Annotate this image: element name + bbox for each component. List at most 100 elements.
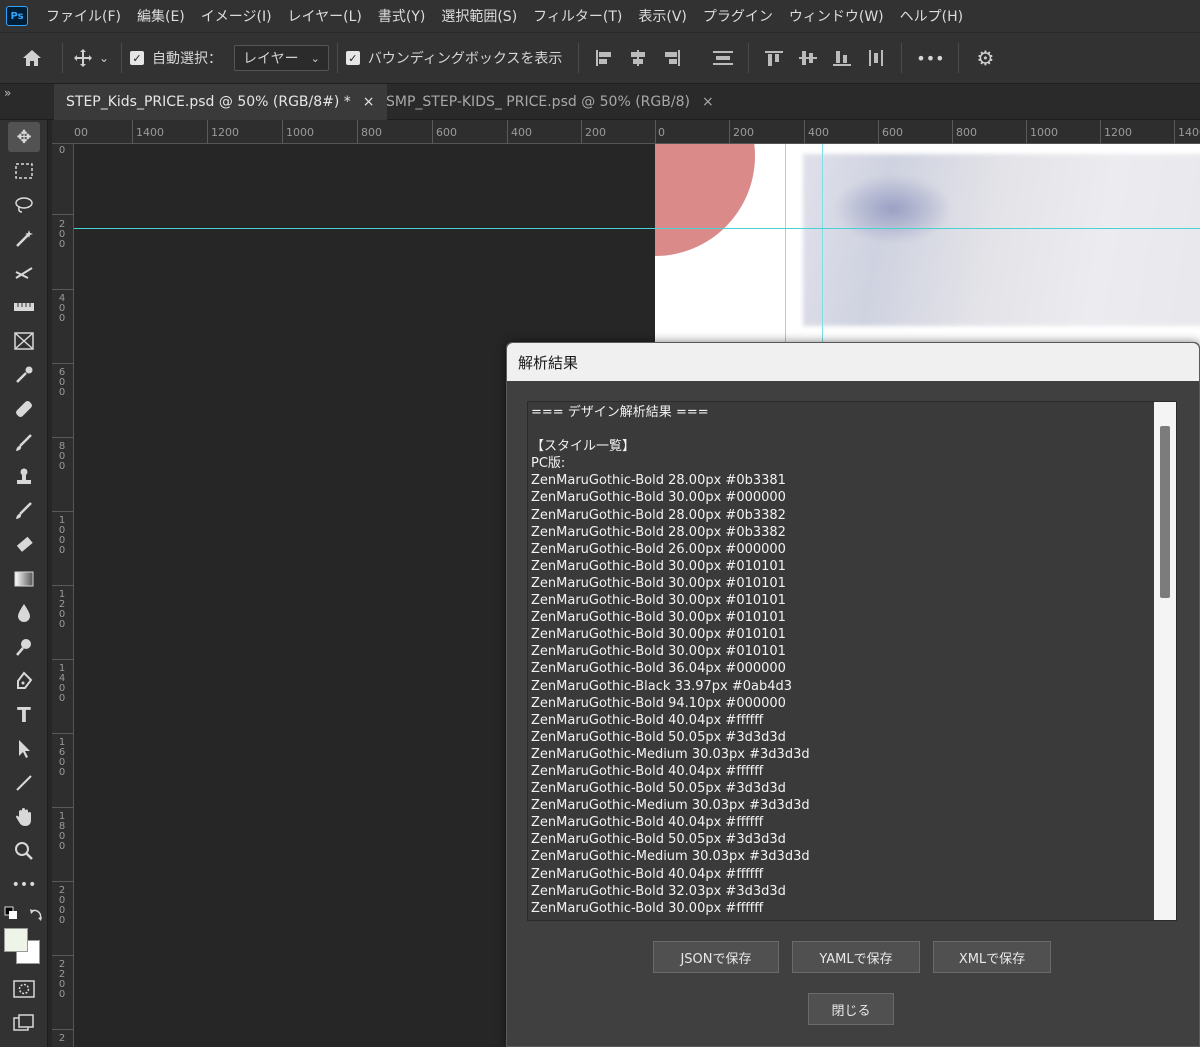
ruler-label: 800 bbox=[956, 126, 977, 139]
ruler-tick bbox=[52, 733, 74, 734]
ruler-tick bbox=[52, 881, 74, 882]
ruler-tick bbox=[952, 120, 953, 144]
menu-layer[interactable]: レイヤー(L) bbox=[280, 6, 370, 26]
ruler-label: 1200 bbox=[1104, 126, 1132, 139]
align-left-icon[interactable] bbox=[587, 44, 621, 72]
guide-vertical bbox=[785, 144, 786, 344]
move-tool-icon[interactable] bbox=[71, 48, 95, 68]
eraser-icon[interactable] bbox=[8, 530, 40, 560]
menu-image[interactable]: イメージ(I) bbox=[193, 6, 280, 26]
horizontal-ruler: 00 1400 1200 1000 800 600 400 200 0 200 … bbox=[52, 120, 1200, 144]
marquee-tool-icon[interactable] bbox=[8, 156, 40, 186]
ruler-tool-icon[interactable] bbox=[8, 292, 40, 322]
more-tools-icon[interactable]: ••• bbox=[8, 870, 40, 900]
ruler-label: 1000 bbox=[58, 515, 66, 556]
result-line: ZenMaruGothic-Bold 32.03px #3d3d3d bbox=[531, 883, 786, 899]
align-horizontal-center-icon[interactable] bbox=[621, 44, 655, 72]
panel-collapse-icon[interactable]: » bbox=[0, 84, 48, 120]
line-tool-icon[interactable] bbox=[8, 768, 40, 798]
home-icon[interactable] bbox=[10, 48, 54, 68]
scrollbar-thumb[interactable] bbox=[1160, 426, 1170, 598]
show-bounding-box-label: バウンディングボックスを表示 bbox=[367, 51, 563, 67]
gear-icon[interactable]: ⚙ bbox=[967, 46, 1003, 70]
pen-tool-icon[interactable] bbox=[8, 666, 40, 696]
result-line: ZenMaruGothic-Bold 30.00px #ffffff bbox=[531, 900, 764, 916]
menu-window[interactable]: ウィンドウ(W) bbox=[781, 6, 892, 26]
options-bar: ⌄ ✓ 自動選択： レイヤー ⌄ ✓ バウンディングボックスを表示 ••• ⚙ bbox=[0, 32, 1200, 84]
separator bbox=[958, 43, 960, 73]
healing-brush-icon[interactable] bbox=[8, 394, 40, 424]
align-bottom-icon[interactable] bbox=[825, 44, 859, 72]
lasso-tool-icon[interactable] bbox=[8, 190, 40, 220]
brush-icon[interactable] bbox=[8, 428, 40, 458]
frame-tool-icon[interactable] bbox=[8, 326, 40, 356]
ruler-label: 2200 bbox=[58, 959, 66, 1000]
menu-help[interactable]: ヘルプ(H) bbox=[892, 6, 971, 26]
menu-edit[interactable]: 編集(E) bbox=[129, 6, 193, 26]
save-json-button[interactable]: JSONで保存 bbox=[653, 941, 779, 973]
ruler-label: 200 bbox=[585, 126, 606, 139]
tab-step-kids-price[interactable]: STEP_Kids_PRICE.psd @ 50% (RGB/8#) * × bbox=[54, 84, 387, 120]
distribute-vertical-icon[interactable] bbox=[706, 44, 740, 72]
align-vertical-center-icon[interactable] bbox=[791, 44, 825, 72]
color-swap-icon[interactable] bbox=[4, 906, 44, 926]
ruler-label: 800 bbox=[58, 441, 66, 472]
move-tool-icon[interactable]: ✥ bbox=[8, 122, 40, 152]
align-top-icon[interactable] bbox=[757, 44, 791, 72]
result-textarea[interactable]: === デザイン解析結果 === 【スタイル一覧】 PC版: ZenMaruGoth… bbox=[527, 401, 1177, 921]
separator bbox=[578, 43, 580, 73]
menu-file[interactable]: ファイル(F) bbox=[38, 6, 129, 26]
menu-type[interactable]: 書式(Y) bbox=[370, 6, 433, 26]
type-tool-icon[interactable]: T bbox=[8, 700, 40, 730]
save-yaml-button[interactable]: YAMLで保存 bbox=[792, 941, 920, 973]
menu-view[interactable]: 表示(V) bbox=[630, 6, 695, 26]
ruler-tick bbox=[655, 120, 656, 144]
result-line: ZenMaruGothic-Black 33.97px #0ab4d3 bbox=[531, 678, 793, 694]
dialog-titlebar[interactable]: 解析結果 bbox=[507, 343, 1199, 381]
zoom-tool-icon[interactable] bbox=[8, 836, 40, 866]
ruler-tick bbox=[52, 437, 74, 438]
dodge-tool-icon[interactable] bbox=[8, 632, 40, 662]
result-line: PC版: bbox=[531, 456, 566, 472]
ruler-label: 1400 bbox=[58, 663, 66, 704]
crop-tool-icon[interactable] bbox=[8, 258, 40, 288]
scrollbar[interactable] bbox=[1154, 402, 1176, 920]
eyedropper-icon[interactable] bbox=[8, 360, 40, 390]
screen-mode-icon[interactable] bbox=[8, 1008, 40, 1038]
show-bounding-box-checkbox[interactable]: ✓ bbox=[345, 51, 360, 65]
ruler-label: 200 bbox=[58, 219, 66, 250]
separator bbox=[901, 43, 903, 73]
distribute-horizontal-icon[interactable] bbox=[859, 44, 893, 72]
ruler-tick bbox=[52, 511, 74, 512]
menu-filter[interactable]: フィルター(T) bbox=[525, 6, 630, 26]
blurred-photo-detail bbox=[833, 174, 953, 244]
blur-tool-icon[interactable] bbox=[8, 598, 40, 628]
ruler-tick bbox=[52, 289, 74, 290]
ruler-tick bbox=[52, 214, 74, 215]
quick-mask-icon[interactable] bbox=[8, 974, 40, 1004]
menu-select[interactable]: 選択範囲(S) bbox=[433, 6, 525, 26]
hand-tool-icon[interactable] bbox=[8, 802, 40, 832]
more-options-icon[interactable]: ••• bbox=[910, 49, 950, 68]
auto-select-checkbox[interactable]: ✓ bbox=[130, 51, 144, 65]
stamp-tool-icon[interactable] bbox=[8, 462, 40, 492]
close-button[interactable]: 閉じる bbox=[808, 993, 894, 1025]
close-icon[interactable]: × bbox=[702, 94, 714, 110]
menu-plugins[interactable]: プラグイン bbox=[695, 6, 781, 26]
history-brush-icon[interactable] bbox=[8, 496, 40, 526]
close-icon[interactable]: × bbox=[363, 94, 375, 110]
ruler-tick bbox=[729, 120, 730, 144]
gradient-tool-icon[interactable] bbox=[8, 564, 40, 594]
foreground-color-swatch[interactable] bbox=[4, 928, 28, 952]
document-tabs: » STEP_Kids_PRICE.psd @ 50% (RGB/8#) * ×… bbox=[0, 84, 1200, 120]
magic-wand-icon[interactable] bbox=[8, 224, 40, 254]
save-xml-button[interactable]: XMLで保存 bbox=[933, 941, 1051, 973]
path-selection-icon[interactable] bbox=[8, 734, 40, 764]
chevron-down-icon[interactable]: ⌄ bbox=[95, 51, 113, 65]
result-line: ZenMaruGothic-Bold 30.00px #000000 bbox=[531, 490, 786, 506]
tab-smp-step-kids-price[interactable]: SMP_STEP-KIDS_ PRICE.psd @ 50% (RGB/8) × bbox=[374, 84, 726, 120]
blurred-photo bbox=[803, 154, 1200, 326]
align-right-icon[interactable] bbox=[655, 44, 689, 72]
auto-select-target-dropdown[interactable]: レイヤー ⌄ bbox=[234, 45, 329, 71]
result-line: ZenMaruGothic-Bold 50.05px #3d3d3d bbox=[531, 781, 786, 797]
